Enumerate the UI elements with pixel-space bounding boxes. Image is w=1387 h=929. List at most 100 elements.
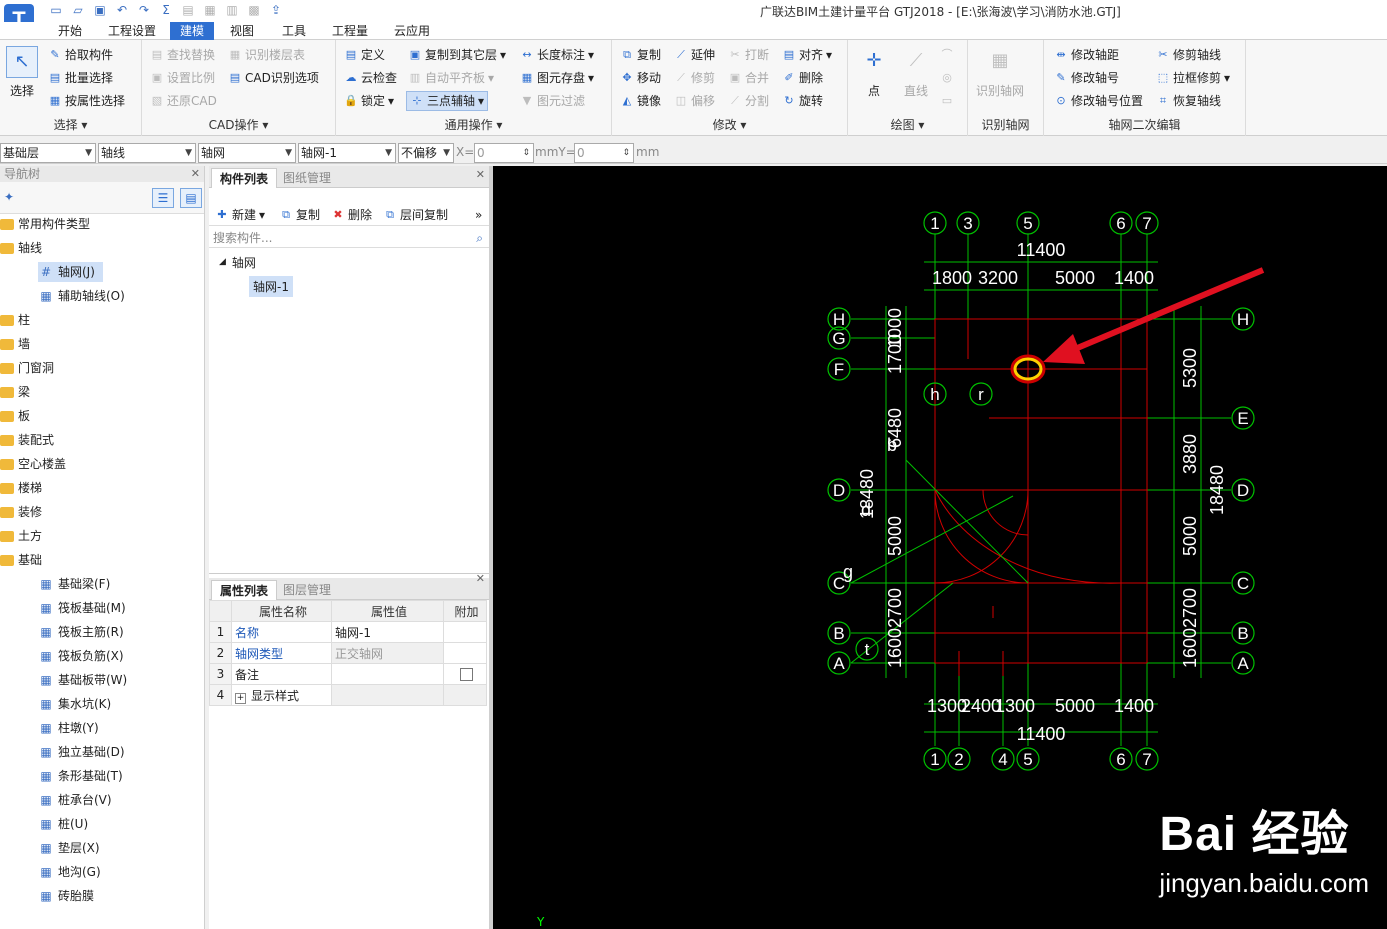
recognize-axis-button[interactable]: ▦ 识别轴网 [976,46,1024,99]
offset-button[interactable]: ◫ 偏移 [674,91,715,111]
point-button[interactable]: ✛ 点 [858,46,890,99]
restore-cad-button[interactable]: ▧ 还原CAD [150,91,217,111]
tab-start[interactable]: 开始 [48,22,92,40]
expand-icon[interactable]: + [235,692,246,704]
restore-axis-button[interactable]: ⌗ 恢复轴线 [1156,91,1221,111]
nav-category[interactable]: 基础 [0,550,42,570]
pick-component-button[interactable]: ✎ 拾取构件 [48,45,113,65]
nav-category[interactable]: 常用构件类型 [0,214,90,234]
auto-flush-slab-button[interactable]: ▥ 自动平齐板 ▾ [408,68,494,88]
cad-group-label[interactable]: CAD操作 ▾ [142,116,335,133]
trim-button[interactable]: ⟋ 修剪 [674,68,715,88]
recognize-floor-table-button[interactable]: ▦ 识别楼层表 [228,45,305,65]
delete-button[interactable]: ✐ 删除 [782,68,823,88]
nav-subitem[interactable]: ▦ 筏板主筋(R) [38,622,123,642]
tab-layer-management[interactable]: 图层管理 [275,580,339,600]
rect-tool-button[interactable]: ▭ [940,91,954,111]
set-scale-button[interactable]: ▣ 设置比例 [150,68,215,88]
list-view-icon[interactable]: ☰ [152,188,174,208]
select-group-label[interactable]: 选择 ▾ [0,116,141,133]
break-button[interactable]: ✂ 打断 [728,45,769,65]
define-button[interactable]: ▤ 定义 [344,45,385,65]
nav-category[interactable]: 墙 [0,334,30,354]
copy-component-button[interactable]: ⧉ 复制 [279,204,320,226]
nav-category[interactable]: 楼梯 [0,478,42,498]
grid-icon[interactable]: ▩ [246,2,262,18]
tree-node-root[interactable]: ◢ 轴网 [219,254,256,271]
save-icon[interactable]: ▣ [92,2,108,18]
circle-tool-button[interactable]: ◎ [940,68,954,88]
nav-subitem[interactable]: ▦ 桩承台(V) [38,790,111,810]
undo-icon[interactable]: ↶ [114,2,130,18]
align-button[interactable]: ▤ 对齐 ▾ [782,45,832,65]
new-file-icon[interactable]: ▭ [48,2,64,18]
component-search-input[interactable]: 搜索构件... ⌕ [209,228,489,248]
arc-tool-button[interactable]: ⌒ [940,45,954,65]
name-value-cell[interactable]: 轴网-1 [331,621,444,643]
modify-axis-number-button[interactable]: ✎ 修改轴号 [1054,68,1119,88]
tab-quantity[interactable]: 工程量 [322,22,378,40]
nav-category[interactable]: 门窗洞 [0,358,54,378]
element-save-button[interactable]: ▦ 图元存盘 ▾ [520,68,594,88]
type-select[interactable]: 轴网 ▼ [198,143,296,163]
tab-view[interactable]: 视图 [220,22,264,40]
modify-axis-spacing-button[interactable]: ⇹ 修改轴距 [1054,45,1119,65]
tab-project-settings[interactable]: 工程设置 [98,22,166,40]
y-input[interactable]: 0 ⇕ [574,143,634,163]
nav-subitem[interactable]: ▦ 垫层(X) [38,838,99,858]
select-by-property-button[interactable]: ▦ 按属性选择 [48,91,125,111]
tab-drawing-management[interactable]: 图纸管理 [275,168,339,188]
rotate-button[interactable]: ↻ 旋转 [782,91,823,111]
line-button[interactable]: ⟋ 直线 [900,46,932,99]
copy-to-other-floor-button[interactable]: ▣ 复制到其它层 ▾ [408,45,506,65]
tree-node-axis-grid-1[interactable]: 轴网-1 [249,276,293,297]
mirror-button[interactable]: ◭ 镜像 [620,91,661,111]
table-icon[interactable]: ▥ [224,2,240,18]
common-ops-group-label[interactable]: 通用操作 ▾ [336,116,611,133]
panel-view-icon[interactable]: ▤ [180,188,202,208]
select-button[interactable]: ↖ 选择 [6,46,38,99]
delete-component-button[interactable]: ✖ 删除 [331,204,372,226]
merge-button[interactable]: ▣ 合并 [728,68,769,88]
offset-select[interactable]: 不偏移 ▼ [398,143,454,163]
floor-select[interactable]: 基础层 ▼ [0,143,96,163]
nav-subitem[interactable]: ▦ 基础板带(W) [38,670,127,690]
nav-category[interactable]: 板 [0,406,30,426]
draw-group-label[interactable]: 绘图 ▾ [848,116,967,133]
close-icon[interactable]: ✕ [476,572,485,585]
nav-category[interactable]: 土方 [0,526,42,546]
instance-select[interactable]: 轴网-1 ▼ [298,143,396,163]
modify-group-label[interactable]: 修改 ▾ [612,116,847,133]
calc-icon[interactable]: ▦ [202,2,218,18]
nav-category[interactable]: 梁 [0,382,30,402]
tab-component-list[interactable]: 构件列表 [211,168,278,188]
nav-subitem[interactable]: ▦ 地沟(G) [38,862,100,882]
nav-category[interactable]: 装配式 [0,430,54,450]
lock-button[interactable]: 🔒 锁定 ▾ [344,91,394,111]
three-point-aux-axis-button[interactable]: ⊹ 三点辅轴 ▾ [406,91,489,111]
tab-cloud[interactable]: 云应用 [384,22,440,40]
close-icon[interactable]: ✕ [476,168,485,181]
extend-button[interactable]: ⟋ 延伸 [674,45,715,65]
copy-between-floors-button[interactable]: ⧉ 层间复制 [383,204,448,226]
split-button[interactable]: ⟋ 分割 [728,91,769,111]
cloud-check-button[interactable]: ☁ 云检查 [344,68,398,88]
category-select[interactable]: 轴线 ▼ [98,143,196,163]
nav-subitem[interactable]: ▦ 独立基础(D) [38,742,124,762]
nav-category[interactable]: 装修 [0,502,42,522]
modify-axis-number-position-button[interactable]: ⊙ 修改轴号位置 [1054,91,1143,111]
report-icon[interactable]: ▤ [180,2,196,18]
length-dimension-button[interactable]: ↔ 长度标注 ▾ [520,45,594,65]
nav-subitem[interactable]: ▦ 条形基础(T) [38,766,122,786]
nav-subitem[interactable]: ▦ 辅助轴线(O) [38,286,124,306]
attach-checkbox[interactable] [460,668,473,681]
trim-axis-button[interactable]: ✂ 修剪轴线 [1156,45,1221,65]
tab-property-list[interactable]: 属性列表 [211,580,278,600]
export-icon[interactable]: ⇪ [268,2,284,18]
x-input[interactable]: 0 ⇕ [474,143,534,163]
tab-tools[interactable]: 工具 [272,22,316,40]
nav-category[interactable]: 空心楼盖 [0,454,66,474]
nav-category[interactable]: 柱 [0,310,30,330]
sum-icon[interactable]: Σ [158,2,174,18]
drawing-canvas[interactable]: 11400 1800 3200 5000 1400 1 3 5 6 7 1300 2400 1300 50… [493,166,1387,929]
